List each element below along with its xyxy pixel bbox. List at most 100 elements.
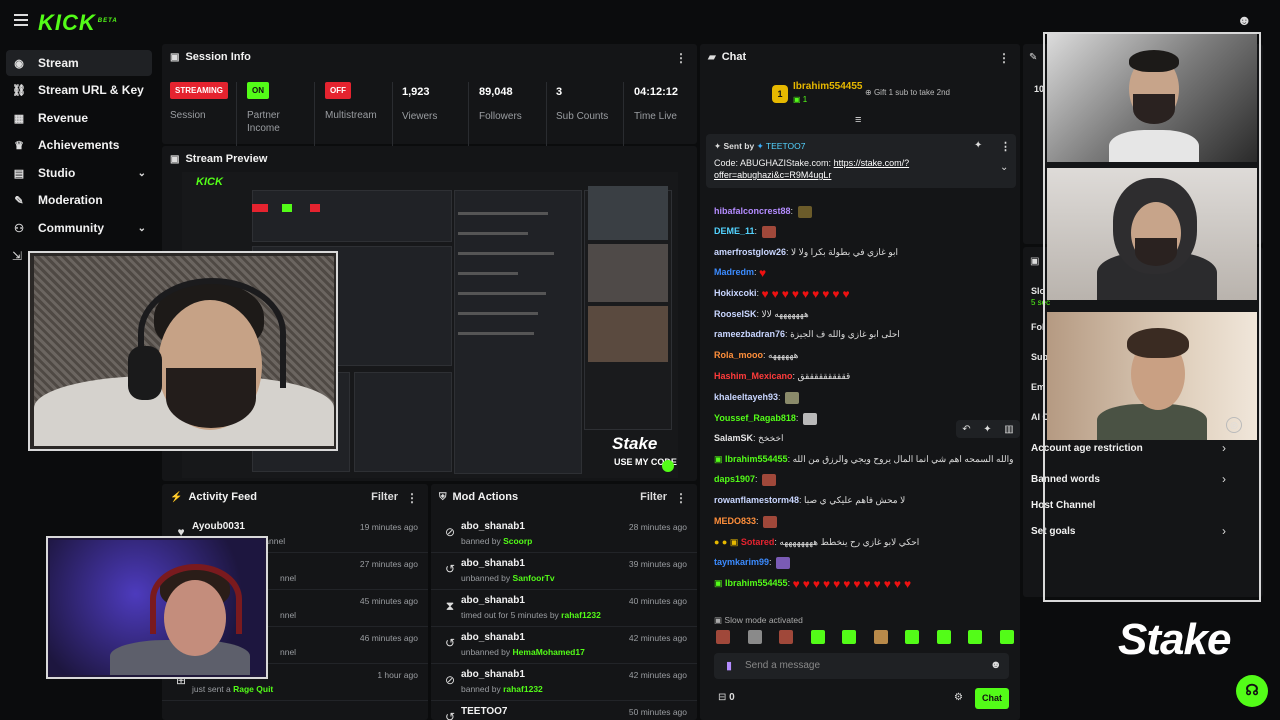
- mod-time: 42 minutes ago: [628, 670, 687, 680]
- sidebar-item-moderation[interactable]: ✎ Moderation: [6, 187, 152, 213]
- sidebar-item-achievements[interactable]: ♛ Achievements: [6, 132, 152, 158]
- chat-message[interactable]: ● ● ▣ Sotared: احكي لابو غازي رح ينخطط ه…: [714, 535, 919, 549]
- more-options-icon[interactable]: ⋮: [675, 51, 687, 65]
- avatar-icon[interactable]: ☻: [1237, 12, 1252, 28]
- mic-icon[interactable]: ▮: [726, 659, 732, 672]
- chat-username[interactable]: taymkarim99: [714, 557, 769, 567]
- more-options-icon[interactable]: ⋮: [998, 51, 1010, 65]
- chat-message[interactable]: MEDO833:: [714, 514, 778, 528]
- webcam-settings-icon[interactable]: ◎: [1226, 417, 1242, 433]
- sidebar-item-community[interactable]: ⚇ Community ⌄: [6, 215, 152, 241]
- chat-message[interactable]: rameezbadran76: احلى ابو غازي والله ف ال…: [714, 327, 900, 341]
- emote-picker-item[interactable]: [747, 630, 762, 644]
- chat-message[interactable]: hibafalconcrest88:: [714, 204, 812, 218]
- chat-username[interactable]: rowanflamestorm48: [714, 495, 799, 505]
- chat-message[interactable]: Rola_mooo: ههههههه: [714, 348, 798, 362]
- filter-button[interactable]: Filter: [371, 491, 398, 503]
- chat-username[interactable]: SalamSK: [714, 433, 753, 443]
- mod-username[interactable]: TEETOO7: [461, 706, 508, 717]
- chat-username[interactable]: Hashim_Mexicano: [714, 371, 793, 381]
- mod-username[interactable]: abo_shanab1: [461, 595, 525, 606]
- chat-message[interactable]: RooseISK: هههههههه لالا: [714, 307, 809, 321]
- stake-logo: Stake: [1118, 615, 1231, 664]
- pinned-sender[interactable]: TEETOO7: [766, 141, 806, 151]
- sidebar-item-stream[interactable]: ◉ Stream: [6, 50, 152, 76]
- menu-icon[interactable]: [14, 14, 28, 26]
- moderator-name[interactable]: rahaf1232: [503, 684, 543, 694]
- emote-picker-item[interactable]: [779, 630, 794, 644]
- chat-username[interactable]: rameezbadran76: [714, 329, 785, 339]
- moderator-name[interactable]: SanfoorTv: [513, 573, 555, 583]
- top-gifter-name[interactable]: Ibrahim554455: [793, 81, 863, 92]
- kick-logo[interactable]: KICK BETA: [38, 10, 118, 36]
- chevron-down-icon[interactable]: ⌄: [1000, 162, 1008, 173]
- moderator-name[interactable]: HemaMohamed17: [513, 647, 585, 657]
- filter-button[interactable]: Filter: [640, 491, 667, 503]
- gift-prompt[interactable]: ⊕ Gift 1 sub to take 2nd: [865, 88, 950, 97]
- chat-input[interactable]: ▮ Send a message ☻: [714, 653, 1009, 679]
- chat-message[interactable]: taymkarim99:: [714, 555, 791, 569]
- chat-message[interactable]: amerfrostglow26: ابو غازي في بطولة بكرا …: [714, 245, 898, 259]
- chat-message[interactable]: khaleeltayeh93:: [714, 390, 800, 404]
- chat-message[interactable]: SalamSK: اخخخخ: [714, 431, 784, 445]
- sidebar-item-studio[interactable]: ▤ Studio ⌄: [6, 160, 152, 186]
- chat-message[interactable]: Madredm: ♥: [714, 265, 769, 280]
- points-display[interactable]: ⊟ 0: [718, 692, 735, 703]
- mod-username[interactable]: abo_shanab1: [461, 669, 525, 680]
- chat-message[interactable]: DEME_11:: [714, 224, 776, 238]
- emote-picker-item[interactable]: [905, 630, 920, 644]
- sidebar-item-stream-url[interactable]: ⛓ Stream URL & Key: [6, 77, 152, 103]
- emote-picker-item[interactable]: [873, 630, 888, 644]
- chat-username[interactable]: RooseISK: [714, 309, 757, 319]
- delete-icon[interactable]: ▥: [1004, 424, 1013, 435]
- chat-message[interactable]: ▣ Ibrahim554455: والله السمحه اهم شي انم…: [714, 452, 1013, 466]
- more-options-icon[interactable]: ⋮: [406, 491, 418, 505]
- emoji-icon[interactable]: ☻: [990, 659, 1002, 671]
- chat-message[interactable]: rowanflamestorm48: لا محش فاهم عليكي ي ص…: [714, 493, 905, 507]
- chat-username[interactable]: Hokixcoki: [714, 288, 757, 298]
- mod-username[interactable]: abo_shanab1: [461, 558, 525, 569]
- chat-message[interactable]: daps1907:: [714, 472, 777, 486]
- chat-message[interactable]: Hashim_Mexicano: ققققققققققق: [714, 369, 850, 383]
- preview-cam: [588, 186, 668, 240]
- second-streamer-facecam: [50, 540, 264, 675]
- more-options-icon[interactable]: ⋮: [1000, 140, 1011, 153]
- emote-picker-item[interactable]: [810, 630, 825, 644]
- emote-picker-item[interactable]: [999, 630, 1014, 644]
- pin-icon[interactable]: ✦: [983, 424, 991, 435]
- chat-username[interactable]: daps1907: [714, 474, 755, 484]
- collapse-icon[interactable]: ≡: [855, 114, 861, 126]
- chat-username[interactable]: MEDO833: [714, 516, 756, 526]
- chat-message[interactable]: ▣ Ibrahim554455: ♥ ♥ ♥ ♥ ♥ ♥ ♥ ♥ ♥ ♥ ♥ ♥: [714, 576, 914, 591]
- more-options-icon[interactable]: ⋮: [675, 491, 687, 505]
- sidebar-item-revenue[interactable]: ▦ Revenue: [6, 105, 152, 131]
- guest-webcam-2: [1047, 168, 1257, 300]
- feed-username[interactable]: Ayoub0031: [192, 521, 245, 532]
- moderator-name[interactable]: Scoorp: [503, 536, 532, 546]
- chat-message[interactable]: Hokixcoki: ♥ ♥ ♥ ♥ ♥ ♥ ♥ ♥ ♥: [714, 286, 853, 301]
- chat-message[interactable]: Youssef_Ragab818:: [714, 411, 817, 425]
- emote-picker-item[interactable]: [968, 630, 983, 644]
- collapsed-nav-icon[interactable]: ⇲: [12, 249, 22, 263]
- settings-gear-icon[interactable]: ⚙: [954, 692, 963, 703]
- chat-username[interactable]: Youssef_Ragab818: [714, 413, 796, 423]
- chat-username[interactable]: Sotared: [741, 537, 775, 547]
- emote-picker-item[interactable]: [716, 630, 730, 644]
- chat-username[interactable]: amerfrostglow26: [714, 247, 786, 257]
- pin-icon[interactable]: ✦: [974, 140, 982, 151]
- mod-username[interactable]: abo_shanab1: [461, 521, 525, 532]
- reply-icon[interactable]: ↶: [962, 424, 970, 435]
- moderator-name[interactable]: rahaf1232: [561, 610, 601, 620]
- send-chat-button[interactable]: Chat: [975, 688, 1009, 709]
- support-headset-icon[interactable]: ☊: [1236, 675, 1268, 707]
- mod-username[interactable]: abo_shanab1: [461, 632, 525, 643]
- emote-picker-item[interactable]: [842, 630, 857, 644]
- chat-username[interactable]: khaleeltayeh93: [714, 392, 778, 402]
- chat-username[interactable]: Ibrahim554455: [725, 454, 788, 464]
- chat-username[interactable]: Madredm: [714, 267, 754, 277]
- chat-username[interactable]: Ibrahim554455: [725, 578, 788, 588]
- chat-username[interactable]: hibafalconcrest88: [714, 206, 791, 216]
- chat-username[interactable]: Rola_mooo: [714, 350, 763, 360]
- emote-picker-item[interactable]: [936, 630, 951, 644]
- chat-username[interactable]: DEME_11: [714, 226, 755, 236]
